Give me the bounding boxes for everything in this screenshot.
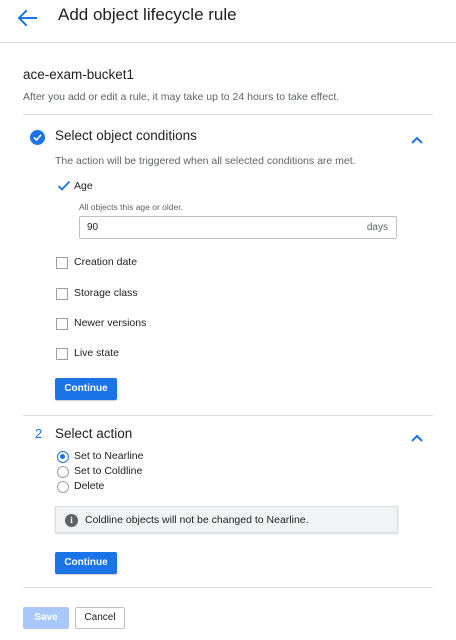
- storage-class-label: Storage class: [74, 287, 138, 299]
- newer-versions-checkbox[interactable]: [56, 318, 68, 330]
- delete-label: Delete: [74, 480, 105, 492]
- action-continue-button[interactable]: Continue: [55, 552, 117, 574]
- info-icon: i: [65, 514, 78, 527]
- section-divider: [23, 114, 433, 115]
- creation-date-checkbox[interactable]: [56, 257, 68, 269]
- age-label: Age: [74, 180, 93, 192]
- page-header: Add object lifecycle rule: [0, 0, 456, 40]
- age-days-value[interactable]: 90: [87, 222, 98, 233]
- set-to-coldline-radio[interactable]: [57, 466, 69, 478]
- arrow-back-icon[interactable]: [16, 8, 38, 28]
- age-hint: All objects this age or older.: [79, 202, 183, 212]
- page-title: Add object lifecycle rule: [58, 5, 237, 24]
- coldline-notice-text: Coldline objects will not be changed to …: [85, 514, 309, 526]
- header-divider: [0, 42, 456, 43]
- set-to-nearline-label: Set to Nearline: [74, 450, 144, 462]
- rule-delay-info: After you add or edit a rule, it may tak…: [23, 91, 340, 103]
- bucket-name: ace-exam-bucket1: [23, 67, 135, 82]
- live-state-label: Live state: [74, 347, 119, 359]
- section-divider: [23, 587, 433, 588]
- live-state-checkbox[interactable]: [56, 348, 68, 360]
- delete-radio[interactable]: [57, 481, 69, 493]
- conditions-continue-button[interactable]: Continue: [55, 378, 117, 400]
- age-checkbox[interactable]: [57, 179, 71, 191]
- cancel-button[interactable]: Cancel: [75, 607, 125, 629]
- chevron-up-icon[interactable]: [410, 430, 424, 442]
- save-button[interactable]: Save: [23, 607, 69, 629]
- chevron-up-icon[interactable]: [410, 132, 424, 144]
- step-object-conditions-description: The action will be triggered when all se…: [55, 155, 356, 167]
- step-number: 2: [35, 426, 43, 441]
- set-to-nearline-radio[interactable]: [57, 451, 69, 463]
- age-days-input[interactable]: 90 days: [79, 216, 397, 239]
- step-complete-check-icon: [30, 130, 45, 145]
- newer-versions-label: Newer versions: [74, 317, 147, 329]
- coldline-notice: i Coldline objects will not be changed t…: [55, 506, 398, 533]
- age-days-unit: days: [366, 222, 388, 233]
- section-divider: [23, 415, 433, 416]
- set-to-coldline-label: Set to Coldline: [74, 465, 143, 477]
- step-select-action-title[interactable]: Select action: [55, 426, 132, 441]
- storage-class-checkbox[interactable]: [56, 288, 68, 300]
- step-object-conditions-title[interactable]: Select object conditions: [55, 128, 197, 143]
- creation-date-label: Creation date: [74, 256, 138, 268]
